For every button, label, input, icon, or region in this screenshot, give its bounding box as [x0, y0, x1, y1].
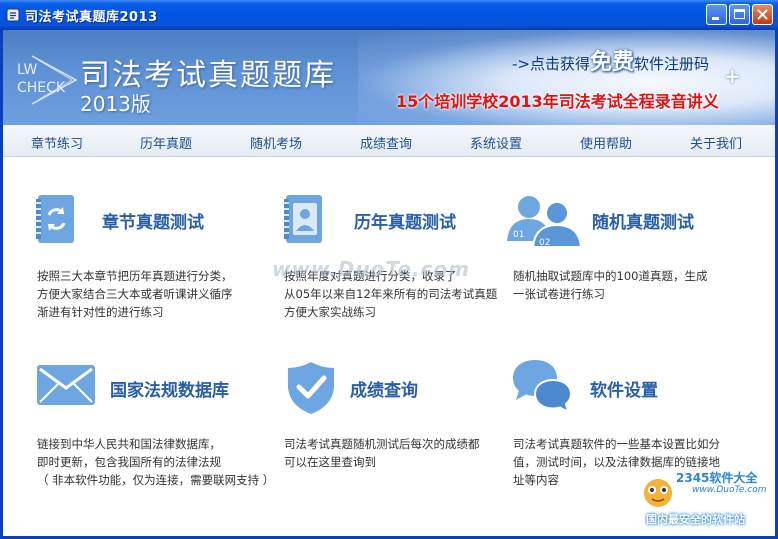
menu-help[interactable]: 使用帮助 [580, 133, 632, 152]
window-title: 司法考试真题库2013 [25, 10, 158, 25]
logo-text-check: CHECK [17, 80, 66, 96]
promo-suffix: 软件注册码 [634, 55, 710, 73]
feature-chapter-test[interactable]: 章节真题测试 按照三大本章节把历年真题进行分类， 方便大家结合三大本或者听课讲义… [0, 157, 260, 347]
feature-past-exam-test[interactable]: 历年真题测试 按照年度对真题进行分类，收录了 从05年以来自12年来所有的司法考… [260, 157, 510, 347]
person-notebook-icon [284, 195, 322, 243]
site-badge: 2345软件大全 www.DuoTe.com 国内最安全的软件站 [636, 469, 776, 533]
menu-random-exam[interactable]: 随机考场 [250, 133, 302, 152]
feature-random-test[interactable]: 01 02 随机真题测试 随机抽取试题库中的100道真题，生成 一张试卷进行练习 [505, 157, 775, 347]
feature-desc: 链接到中华人民共和国法律数据库， 即时更新，包含我国所有的法律法规 （ 非本软件… [37, 437, 275, 487]
feature-desc: 司法考试真题随机测试后每次的成绩都 可以在这里查询到 [284, 437, 480, 469]
maximize-button[interactable] [729, 4, 750, 25]
feature-grid: 章节真题测试 按照三大本章节把历年真题进行分类， 方便大家结合三大本或者听课讲义… [0, 157, 778, 539]
refresh-notebook-icon [36, 195, 74, 243]
main-menu: 章节练习 历年真题 随机考场 成绩查询 系统设置 使用帮助 关于我们 [0, 125, 778, 157]
feature-desc: 随机抽取试题库中的100道真题，生成 一张试卷进行练习 [513, 269, 708, 301]
feature-title: 随机真题测试 [592, 213, 694, 233]
promo-plus: + [724, 64, 741, 88]
title-bar[interactable]: 司法考试真题库2013 [0, 0, 778, 30]
feature-score-query[interactable]: 成绩查询 司法考试真题随机测试后每次的成绩都 可以在这里查询到 [260, 352, 510, 502]
logo-text-lw: LW [17, 62, 38, 78]
close-icon [757, 9, 768, 20]
watermark: www.DuoTe.com [272, 257, 470, 281]
menu-system-settings[interactable]: 系统设置 [470, 133, 522, 152]
menu-score-query[interactable]: 成绩查询 [360, 133, 412, 152]
promo-register-link[interactable]: ->点击获得免费软件注册码 [512, 44, 709, 76]
feature-title: 章节真题测试 [102, 213, 204, 233]
site-brand: 2345软件大全 [676, 471, 758, 485]
feature-title: 国家法规数据库 [110, 381, 229, 401]
promo-prefix: ->点击获得 [512, 55, 590, 73]
banner: LW CHECK 司法考试真题题库 2013版 ->点击获得免费软件注册码 + … [0, 30, 778, 125]
app-edition: 2013版 [80, 92, 151, 116]
lwcheck-logo: LW CHECK [14, 50, 84, 110]
feature-title: 成绩查询 [350, 381, 418, 401]
feature-title: 历年真题测试 [354, 213, 456, 233]
minimize-button[interactable] [706, 4, 727, 25]
promo-free: 免费 [589, 50, 634, 75]
site-slogan: 国内最安全的软件站 [646, 513, 745, 526]
mascot-icon [644, 479, 672, 507]
feature-law-database[interactable]: 国家法规数据库 链接到中华人民共和国法律数据库， 即时更新，包含我国所有的法律法… [0, 352, 280, 502]
chat-bubbles-icon [513, 360, 573, 415]
window-border-left [0, 30, 3, 539]
menu-past-exams[interactable]: 历年真题 [140, 133, 192, 152]
site-url: www.DuoTe.com [692, 485, 767, 495]
maximize-icon [734, 9, 745, 19]
envelope-icon [37, 365, 95, 405]
feature-desc: 按照三大本章节把历年真题进行分类， 方便大家结合三大本或者听课讲义循序 渐进有针… [37, 269, 233, 319]
app-icon [6, 8, 20, 22]
svg-text:01: 01 [513, 230, 524, 240]
svg-text:02: 02 [539, 238, 550, 248]
users-icon: 01 02 [507, 196, 583, 248]
promo-lectures-link[interactable]: 15个培训学校2013年司法考试全程录音讲义 [396, 88, 719, 112]
shield-check-icon [288, 362, 334, 414]
feature-title: 软件设置 [590, 381, 658, 401]
menu-about[interactable]: 关于我们 [690, 133, 742, 152]
close-button[interactable] [752, 4, 773, 25]
minimize-icon [712, 17, 719, 20]
menu-chapter-practice[interactable]: 章节练习 [31, 133, 83, 152]
